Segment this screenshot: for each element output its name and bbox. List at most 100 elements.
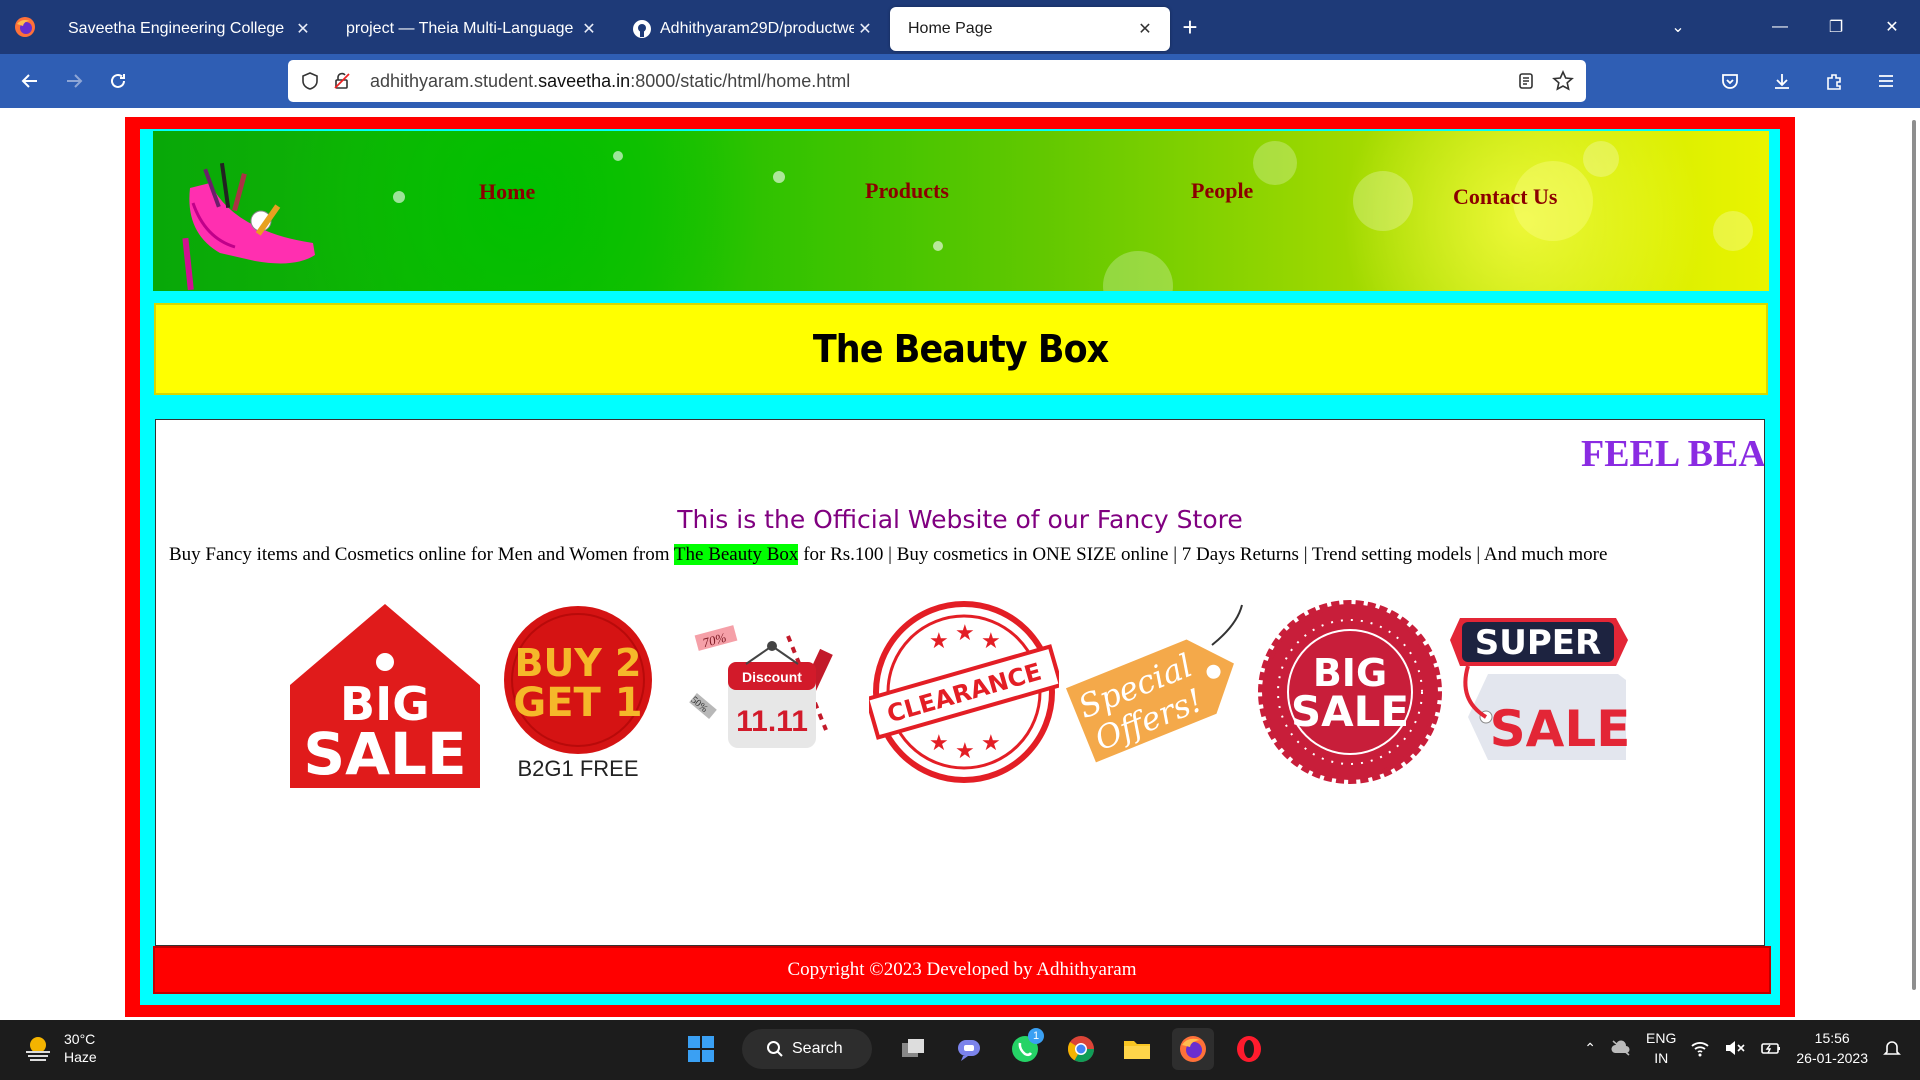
browser-nav-bar: adhithyaram.student.saveetha.in:8000/sta… (0, 54, 1920, 108)
tab-github[interactable]: Adhithyaram29D/productweb ✕ (614, 7, 890, 51)
close-tab-icon[interactable]: ✕ (578, 19, 600, 39)
page-scrollbar[interactable] (1906, 108, 1920, 1020)
close-window-button[interactable]: ✕ (1864, 17, 1920, 37)
tab-title: project — Theia Multi-Language Ex (346, 20, 578, 37)
browser-tab-bar: Saveetha Engineering College ✕ project —… (0, 0, 1920, 54)
svg-text:SALE: SALE (1290, 687, 1408, 736)
temperature: 30°C (64, 1031, 96, 1047)
site-title-box: The Beauty Box (154, 303, 1768, 395)
svg-text:★: ★ (981, 730, 1001, 755)
tab-saveetha[interactable]: Saveetha Engineering College ✕ (50, 7, 328, 51)
file-explorer-icon[interactable] (1116, 1028, 1158, 1070)
svg-text:★: ★ (955, 738, 975, 763)
big-sale-seal-image: BIG SALE (1253, 600, 1446, 784)
show-hidden-icons-chevron-icon[interactable]: ⌃ (1584, 1040, 1596, 1057)
whatsapp-badge: 1 (1028, 1028, 1044, 1044)
github-icon (633, 20, 651, 38)
back-icon[interactable] (8, 59, 52, 103)
svg-text:Discount: Discount (742, 669, 802, 685)
minimize-button[interactable]: — (1752, 18, 1808, 36)
opera-icon[interactable] (1228, 1028, 1270, 1070)
tab-home-page[interactable]: Home Page ✕ (890, 7, 1170, 51)
language-indicator[interactable]: ENG IN (1646, 1028, 1676, 1068)
battery-charging-icon[interactable] (1760, 1039, 1782, 1057)
tagline: This is the Official Website of our Fanc… (677, 505, 1243, 534)
shield-icon[interactable] (300, 71, 320, 91)
clearance-stamp-image: ★ ★ ★ ★ ★ ★ CLEARANCE (867, 601, 1060, 783)
firefox-taskbar-icon[interactable] (1172, 1028, 1214, 1070)
svg-text:BUY 2: BUY 2 (514, 641, 641, 685)
scrollbar-thumb[interactable] (1912, 120, 1916, 990)
weather-condition: Haze (64, 1049, 97, 1065)
url-text: adhithyaram.student.saveetha.in:8000/sta… (370, 70, 851, 91)
firefox-menu-icon[interactable] (0, 0, 50, 54)
svg-text:SALE: SALE (1489, 700, 1630, 758)
task-view-icon[interactable] (892, 1028, 934, 1070)
clock-date: 26-01-2023 (1796, 1050, 1868, 1066)
nav-link-contact[interactable]: Contact Us (1453, 184, 1558, 210)
clock-time: 15:56 (1814, 1030, 1850, 1046)
marquee-text: FEEL BEA (1581, 433, 1765, 475)
tab-theia[interactable]: project — Theia Multi-Language Ex ✕ (328, 7, 614, 51)
pocket-icon[interactable] (1708, 59, 1752, 103)
search-icon (767, 1041, 783, 1057)
svg-text:★: ★ (929, 730, 949, 755)
downloads-icon[interactable] (1760, 59, 1804, 103)
svg-text:11.11: 11.11 (736, 705, 808, 738)
svg-text:★: ★ (929, 628, 949, 653)
extensions-icon[interactable] (1812, 59, 1856, 103)
close-tab-icon[interactable]: ✕ (1134, 19, 1156, 39)
notification-bell-icon[interactable] (1882, 1038, 1902, 1058)
special-offers-tag-image: Special Offers! (1060, 604, 1253, 780)
onedrive-offline-icon[interactable] (1610, 1039, 1632, 1057)
main-content: FEEL BEA This is the Official Website of… (155, 419, 1765, 946)
discount-calendar-image: 70% 50% Discount 11.11 (674, 610, 867, 780)
tab-title: Adhithyaram29D/productweb (660, 20, 854, 37)
teams-chat-icon[interactable] (948, 1028, 990, 1070)
search-label: Search (792, 1040, 843, 1057)
offer-badges: BIG SALE BUY 2 GET 1 B2G1 FREE 70% 50% D… (288, 600, 1639, 788)
svg-text:GET 1: GET 1 (513, 680, 642, 726)
chrome-icon[interactable] (1060, 1028, 1102, 1070)
super-sale-image: SUPER SALE (1446, 610, 1639, 780)
tab-title: Home Page (908, 20, 993, 37)
high-heel-logo (182, 162, 315, 291)
close-tab-icon[interactable]: ✕ (292, 19, 314, 39)
url-bar[interactable]: adhithyaram.student.saveetha.in:8000/sta… (288, 60, 1586, 102)
start-windows-icon[interactable] (680, 1028, 722, 1070)
speaker-muted-icon[interactable] (1724, 1039, 1746, 1057)
svg-text:★: ★ (981, 628, 1001, 653)
hamburger-menu-icon[interactable] (1864, 59, 1908, 103)
description: Buy Fancy items and Cosmetics online for… (169, 544, 1608, 565)
taskbar-search[interactable]: Search (742, 1029, 872, 1069)
nav-link-products[interactable]: Products (865, 178, 949, 204)
nav-link-people[interactable]: People (1191, 178, 1253, 204)
list-all-tabs-icon[interactable]: ⌄ (1650, 17, 1706, 37)
insecure-lock-icon[interactable] (332, 71, 352, 91)
site-title: The Beauty Box (813, 327, 1109, 371)
close-tab-icon[interactable]: ✕ (854, 19, 876, 39)
reader-view-icon[interactable] (1516, 71, 1536, 91)
big-sale-tag-image: BIG SALE (288, 604, 481, 788)
web-page: Home Products People Contact Us The Beau… (0, 108, 1920, 1020)
site-footer: Copyright ©2023 Developed by Adhithyaram (153, 946, 1771, 994)
brand-highlight: The Beauty Box (673, 544, 799, 565)
reload-icon[interactable] (96, 59, 140, 103)
haze-weather-icon (26, 1037, 50, 1061)
copyright-text: Copyright ©2023 Developed by Adhithyaram (787, 959, 1137, 980)
nav-link-home[interactable]: Home (479, 179, 535, 205)
wifi-icon[interactable] (1690, 1039, 1710, 1057)
svg-text:SUPER: SUPER (1474, 623, 1600, 663)
weather-widget[interactable]: 30°C Haze (22, 1030, 97, 1066)
forward-icon[interactable] (52, 59, 96, 103)
windows-taskbar: 30°C Haze Search 1 ⌃ ENG IN 15:56 26-01-… (0, 1020, 1920, 1080)
svg-text:SALE: SALE (303, 720, 466, 788)
clock[interactable]: 15:56 26-01-2023 (1796, 1028, 1868, 1068)
buy2-get1-image: BUY 2 GET 1 B2G1 FREE (481, 606, 674, 781)
new-tab-button[interactable]: + (1170, 12, 1210, 43)
tab-title: Saveetha Engineering College (68, 20, 285, 37)
whatsapp-icon[interactable]: 1 (1004, 1028, 1046, 1070)
bookmark-star-icon[interactable] (1552, 70, 1574, 92)
restore-button[interactable]: ❐ (1808, 17, 1864, 37)
svg-text:B2G1 FREE: B2G1 FREE (517, 756, 638, 781)
